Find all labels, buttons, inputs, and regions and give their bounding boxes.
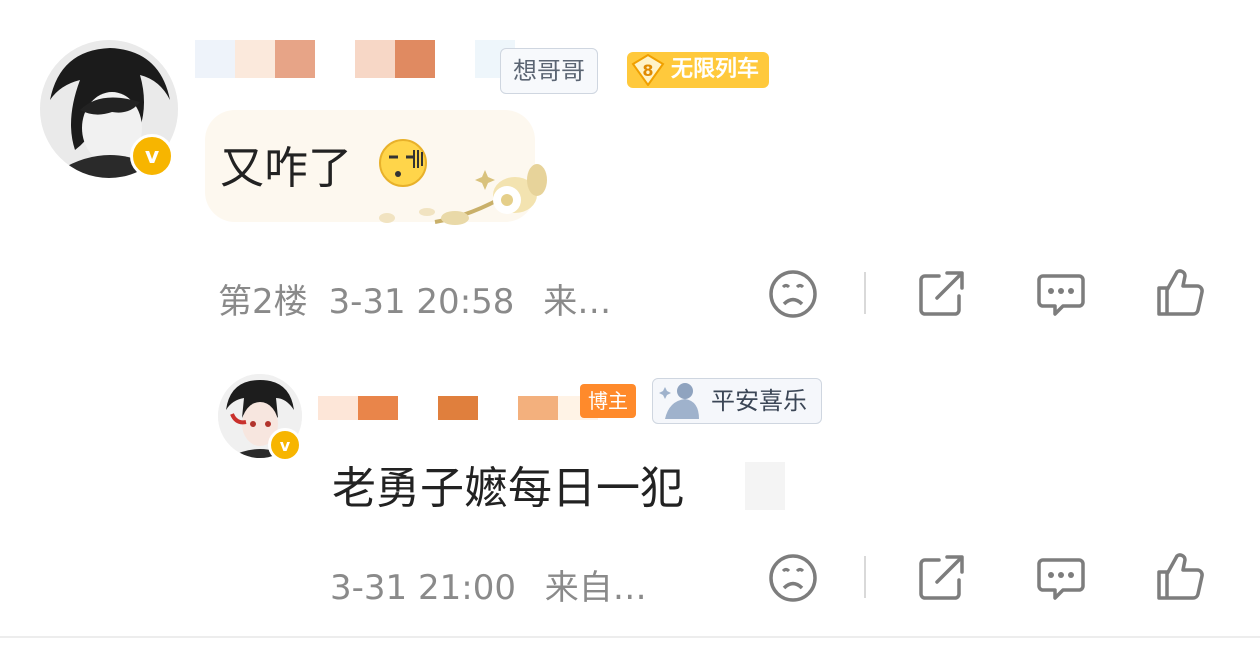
- source[interactable]: 来…: [543, 282, 611, 322]
- speechless-emoji-icon: [379, 139, 427, 187]
- sad-face-icon[interactable]: [767, 268, 819, 320]
- comment-text: 又咋了: [220, 143, 352, 194]
- meta-row: 第2楼 3-31 20:58 来…: [218, 274, 611, 323]
- thumbs-up-icon[interactable]: [1153, 550, 1205, 602]
- fan-badge-figure-icon: [659, 383, 699, 419]
- level-badge[interactable]: 8 无限列车: [627, 52, 770, 88]
- share-icon[interactable]: [915, 268, 967, 320]
- host-badge: 博主: [580, 384, 636, 418]
- username-redacted[interactable]: [318, 396, 598, 420]
- svg-text:8: 8: [642, 61, 653, 80]
- comment-1: v 想哥哥 8 无限列车 又咋了 第2楼 3-31 20:58 来…: [0, 0, 1260, 340]
- floor-label: 第2楼: [218, 282, 308, 322]
- verified-badge-icon: v: [130, 134, 174, 178]
- username-redacted[interactable]: [195, 40, 515, 78]
- badge-label: 平安喜乐: [711, 387, 807, 415]
- level-diamond-icon: 8: [631, 54, 665, 86]
- verified-badge-icon: v: [268, 428, 302, 462]
- timestamp: 3-31 21:00: [330, 568, 516, 608]
- badge-peace-joy[interactable]: 平安喜乐: [652, 378, 822, 424]
- username-fragment-tag[interactable]: 想哥哥: [500, 48, 598, 94]
- sad-face-icon[interactable]: [767, 552, 819, 604]
- comment-2: v 博主 平安喜乐 老勇子嬷每日一犯 3-31 21:00 来自…: [0, 340, 1260, 636]
- comment-text: 老勇子嬷每日一犯: [332, 463, 684, 514]
- redaction-block: [745, 462, 785, 510]
- section-divider: [0, 636, 1260, 638]
- action-divider: [864, 556, 866, 598]
- timestamp: 3-31 20:58: [328, 282, 515, 322]
- comment-icon[interactable]: [1035, 268, 1087, 320]
- thumbs-up-icon[interactable]: [1153, 266, 1205, 318]
- comment-icon[interactable]: [1035, 552, 1087, 604]
- source[interactable]: 来自…: [545, 568, 647, 608]
- share-icon[interactable]: [915, 552, 967, 604]
- action-divider: [864, 272, 866, 314]
- meta-row: 3-31 21:00 来自…: [330, 560, 647, 609]
- badge-label: 无限列车: [671, 57, 760, 82]
